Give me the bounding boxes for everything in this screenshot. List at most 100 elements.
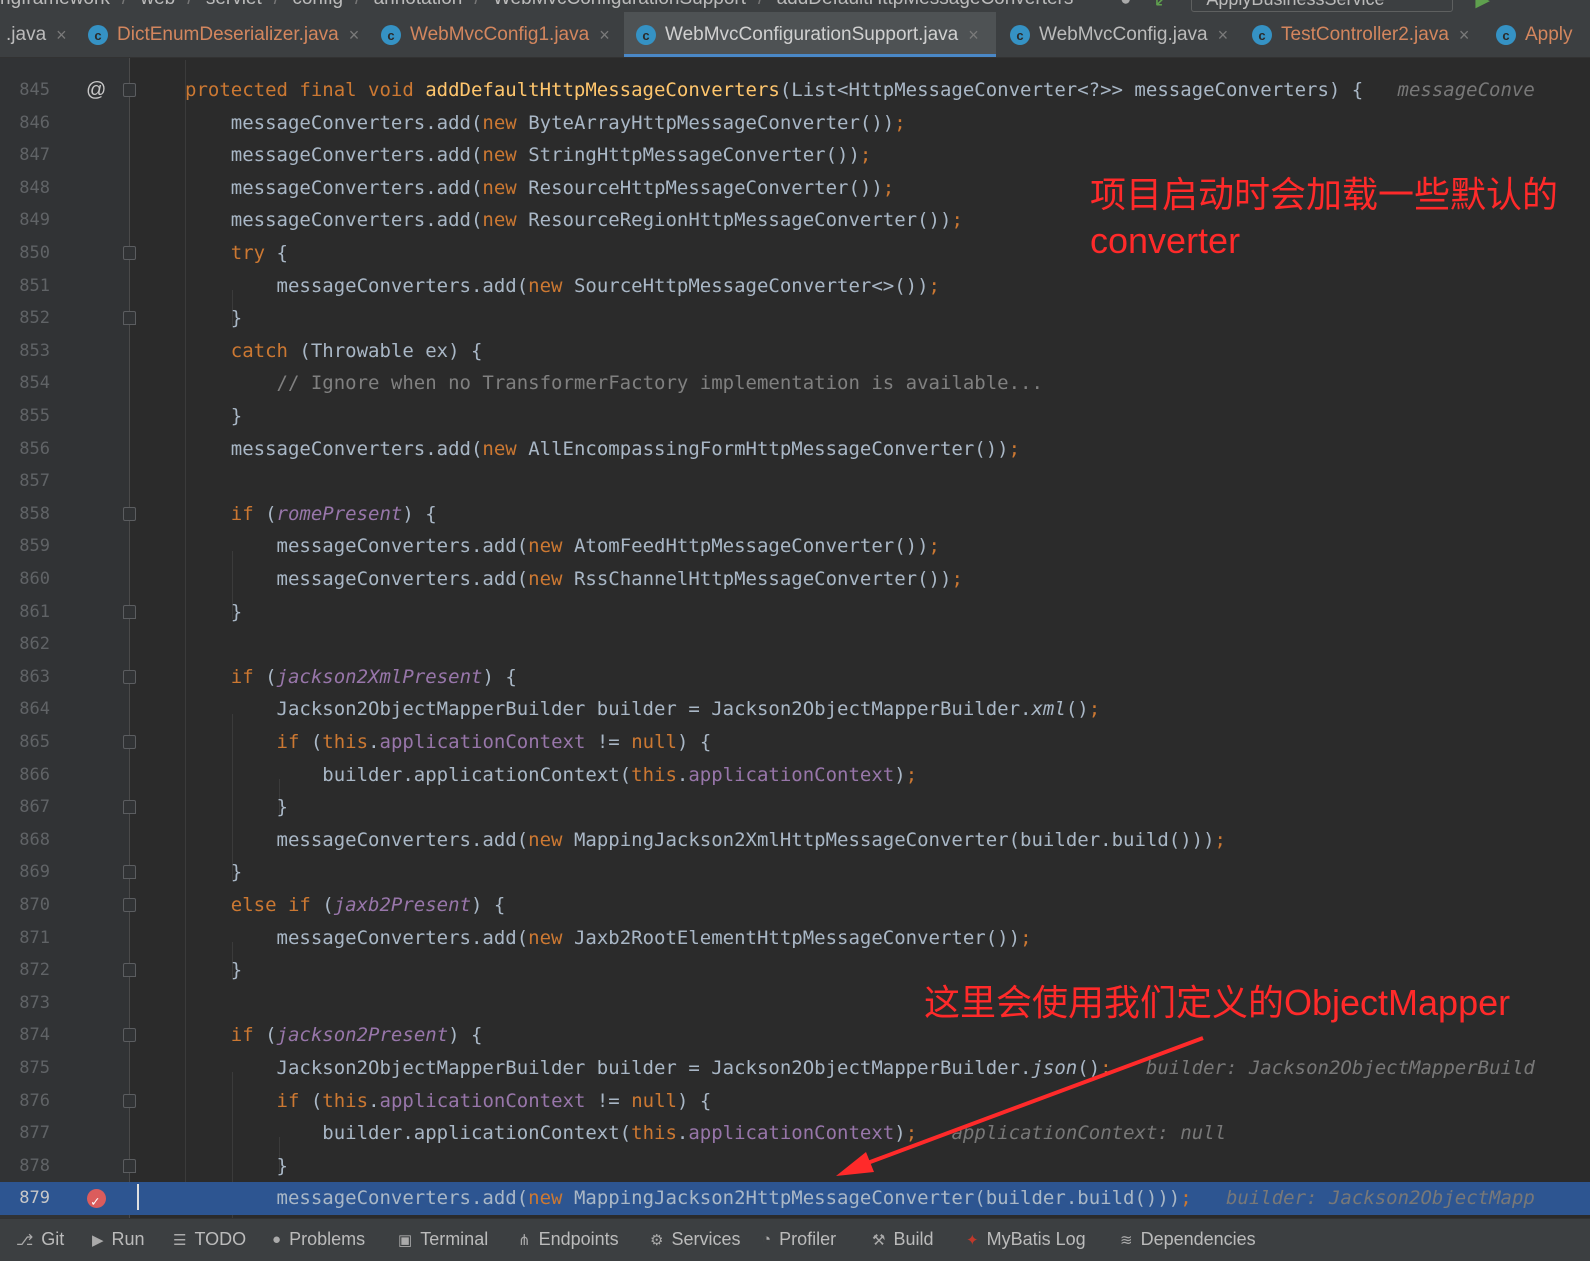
back-arrow-icon[interactable]: ↙ — [1153, 0, 1169, 12]
user-icon[interactable]: ● — [1120, 0, 1131, 11]
close-icon[interactable]: × — [56, 25, 67, 46]
code-line[interactable]: 857 — [0, 465, 1590, 498]
breadcrumb-item[interactable]: ngframework — [0, 0, 110, 10]
code-line[interactable]: 864 Jackson2ObjectMapperBuilder builder … — [0, 693, 1590, 726]
git-tool-button[interactable]: ⎇ Git — [16, 1229, 64, 1250]
code-line[interactable]: 860 messageConverters.add(new RssChannel… — [0, 563, 1590, 596]
breadcrumb-item[interactable]: addDefaultHttpMessageConverters — [777, 0, 1074, 10]
fold-icon[interactable] — [123, 246, 136, 260]
profiler-tool-button[interactable]: ◔ Profiler — [762, 1229, 836, 1250]
fold-icon[interactable] — [123, 506, 136, 521]
services-tool-button[interactable]: ⚙ Services — [650, 1229, 740, 1250]
line-number: 845 — [19, 80, 50, 100]
terminal-tool-button[interactable]: ▣ Terminal — [398, 1229, 488, 1250]
close-icon[interactable]: × — [1459, 25, 1470, 46]
fold-icon[interactable] — [123, 1093, 136, 1108]
problems-tool-button[interactable]: ● Problems — [272, 1229, 365, 1250]
code-line[interactable]: 870 else if (jaxb2Present) { — [0, 889, 1590, 922]
fold-icon[interactable] — [123, 898, 136, 912]
tab-webmvc-config1[interactable]: c WebMvcConfig1.java × — [381, 12, 610, 57]
override-marker-icon[interactable]: @ — [86, 74, 106, 107]
code-line[interactable]: 867 } — [0, 791, 1590, 824]
line-number: 869 — [19, 862, 50, 883]
breadcrumb-item[interactable]: annotation — [374, 0, 463, 10]
close-icon[interactable]: × — [599, 25, 610, 46]
tab-label: .java — [6, 24, 47, 45]
current-code-line[interactable]: 879 messageConverters.add(new MappingJac… — [0, 1182, 1590, 1218]
tab-dict-enum-deserializer[interactable]: c DictEnumDeserializer.java × — [88, 12, 360, 57]
tab-test-controller2[interactable]: c TestController2.java × — [1252, 12, 1470, 57]
fold-end-icon[interactable] — [123, 311, 136, 326]
fold-end-icon[interactable] — [123, 1158, 136, 1173]
code-line[interactable]: 856 messageConverters.add(new AllEncompa… — [0, 433, 1590, 466]
code-line[interactable]: 869 } — [0, 856, 1590, 889]
code-line[interactable]: 878 } — [0, 1150, 1590, 1183]
code-line[interactable]: 877 builder.applicationContext(this.appl… — [0, 1117, 1590, 1150]
breadcrumb-item[interactable]: config — [292, 0, 343, 10]
code-line[interactable]: 863 if (jackson2XmlPresent) { — [0, 661, 1590, 694]
code-line[interactable]: 858 if (romePresent) { — [0, 498, 1590, 531]
tab-apply[interactable]: c Apply — [1496, 12, 1573, 57]
code-line[interactable]: 847 messageConverters.add(new StringHttp… — [0, 139, 1590, 172]
layers-icon: ≋ — [1120, 1231, 1133, 1249]
code-line[interactable]: 871 messageConverters.add(new Jaxb2RootE… — [0, 922, 1590, 955]
tab-label: WebMvcConfig1.java — [410, 24, 590, 45]
tab-webmvc-configuration-support[interactable]: c WebMvcConfigurationSupport.java × — [624, 12, 996, 57]
breakpoint-icon[interactable] — [87, 1186, 106, 1218]
line-number: 876 — [19, 1090, 50, 1111]
dependencies-tool-button[interactable]: ≋ Dependencies — [1120, 1229, 1256, 1250]
code-line[interactable]: 853 catch (Throwable ex) { — [0, 335, 1590, 368]
line-number: 866 — [19, 764, 50, 785]
code-line[interactable]: 845 @ protected final void addDefaultHttpM… — [0, 74, 1590, 107]
code-line[interactable]: 854 // Ignore when no TransformerFactory… — [0, 367, 1590, 400]
line-number: 873 — [19, 992, 50, 1013]
run-tool-button[interactable]: ▶ Run — [92, 1229, 145, 1250]
tab-label: DictEnumDeserializer.java — [117, 24, 339, 45]
tab-java[interactable]: .java × — [6, 12, 67, 57]
line-number: 853 — [19, 340, 50, 361]
code-line[interactable]: 875 Jackson2ObjectMapperBuilder builder … — [0, 1052, 1590, 1085]
run-icon[interactable]: ▶ — [1475, 0, 1490, 12]
code-line[interactable]: 866 builder.applicationContext(this.appl… — [0, 759, 1590, 792]
breadcrumb-item[interactable]: web — [140, 0, 175, 10]
fold-end-icon[interactable] — [123, 604, 136, 619]
code-line[interactable]: 859 messageConverters.add(new AtomFeedHt… — [0, 530, 1590, 563]
fold-end-icon[interactable] — [123, 800, 136, 815]
close-icon[interactable]: × — [968, 25, 979, 46]
code-line[interactable]: 846 messageConverters.add(new ByteArrayH… — [0, 107, 1590, 140]
line-number: 858 — [19, 503, 50, 524]
fold-icon[interactable] — [123, 1028, 136, 1043]
code-line[interactable]: 862 — [0, 628, 1590, 661]
fold-icon[interactable] — [123, 83, 136, 97]
code-line[interactable]: 876 if (this.applicationContext != null)… — [0, 1085, 1590, 1118]
class-icon: c — [381, 25, 401, 45]
line-number: 848 — [19, 177, 50, 198]
text-caret — [137, 1184, 139, 1210]
code-line[interactable]: 852 } — [0, 302, 1590, 335]
close-icon[interactable]: × — [349, 25, 360, 46]
line-number: 851 — [19, 275, 50, 296]
fold-icon[interactable] — [123, 669, 136, 684]
todo-tool-button[interactable]: ☰ TODO — [173, 1229, 246, 1250]
fold-end-icon[interactable] — [123, 963, 136, 978]
breadcrumb: ngframework/ web/ servlet/ config/ annot… — [0, 0, 1590, 12]
code-line[interactable]: 868 messageConverters.add(new MappingJac… — [0, 824, 1590, 857]
breadcrumb-item[interactable]: servlet — [206, 0, 262, 10]
close-icon[interactable]: × — [1218, 25, 1229, 46]
run-config-select[interactable]: ApplyBusinessService — [1191, 0, 1454, 12]
line-number: 877 — [19, 1123, 50, 1144]
fold-icon[interactable] — [123, 735, 136, 749]
code-line[interactable]: 851 messageConverters.add(new SourceHttp… — [0, 270, 1590, 303]
line-number: 879 — [19, 1188, 50, 1209]
line-number: 864 — [19, 699, 50, 720]
breadcrumb-item[interactable]: WebMvcConfigurationSupport — [493, 0, 746, 10]
code-line[interactable]: 865 if (this.applicationContext != null)… — [0, 726, 1590, 759]
code-line[interactable]: 861 } — [0, 596, 1590, 629]
endpoints-tool-button[interactable]: ⋔ Endpoints — [518, 1229, 619, 1250]
code-line[interactable]: 855 } — [0, 400, 1590, 433]
build-tool-button[interactable]: ⚒ Build — [872, 1229, 933, 1250]
tab-webmvc-config[interactable]: c WebMvcConfig.java × — [1010, 12, 1229, 57]
mybatis-log-tool-button[interactable]: ✦ MyBatis Log — [966, 1229, 1086, 1250]
tool-label: Terminal — [420, 1229, 489, 1249]
fold-end-icon[interactable] — [123, 865, 136, 880]
